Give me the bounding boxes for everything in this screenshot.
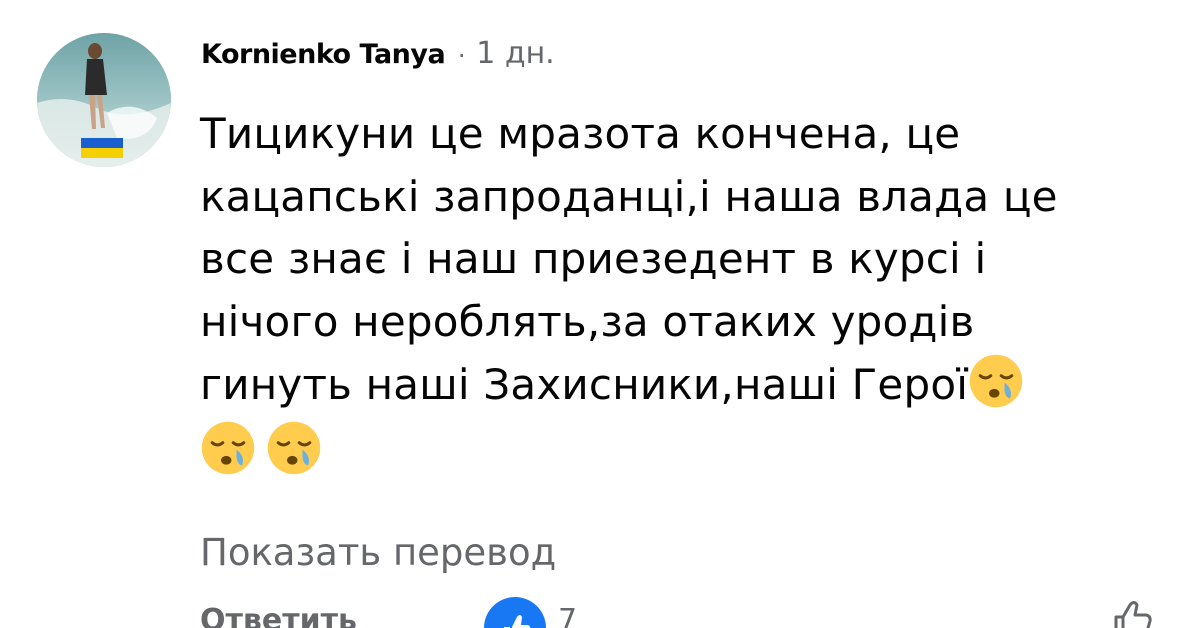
like-count: 7 <box>558 603 578 628</box>
like-button[interactable] <box>1108 595 1158 628</box>
show-translation-link[interactable]: Показать перевод <box>200 531 556 574</box>
author-name[interactable]: Kornienko Tanya <box>201 39 446 70</box>
comment-timestamp[interactable]: 1 дн. <box>476 36 555 71</box>
comment-line: нічого нероблять,за отаких уродів <box>200 296 975 346</box>
avatar[interactable] <box>37 33 171 167</box>
comment-screen: Kornienko Tanya · 1 дн. Тицикуни це мраз… <box>0 0 1200 628</box>
comment-text: Тицикуни це мразота кончена, це кацапськ… <box>200 103 1175 478</box>
emoji-row <box>200 420 1175 478</box>
sleepy-face-icon <box>267 421 321 474</box>
thumbs-up-icon <box>504 615 531 628</box>
comment-line: Тицикуни це мразота кончена, це <box>200 109 961 158</box>
comment-header: Kornienko Tanya · 1 дн. <box>201 36 555 76</box>
sleepy-face-icon <box>969 354 1023 408</box>
comment-line: кацапські запроданці,і наша влада це <box>200 171 1058 221</box>
thumbs-up-outline-icon <box>1114 601 1152 628</box>
comment-line-text: гинуть наші Захисники,наші Герої <box>200 360 969 409</box>
like-badge <box>484 597 546 628</box>
sleepy-face-icon <box>201 421 255 474</box>
comment-line-last: гинуть наші Захисники,наші Герої <box>200 353 1175 416</box>
avatar-photo <box>37 33 171 167</box>
header-separator: · <box>457 39 467 69</box>
comment-line: все знає і наш приезедент в курсі і <box>200 234 987 283</box>
reply-button[interactable]: Ответить <box>200 603 357 628</box>
like-summary[interactable]: 7 <box>484 597 577 628</box>
